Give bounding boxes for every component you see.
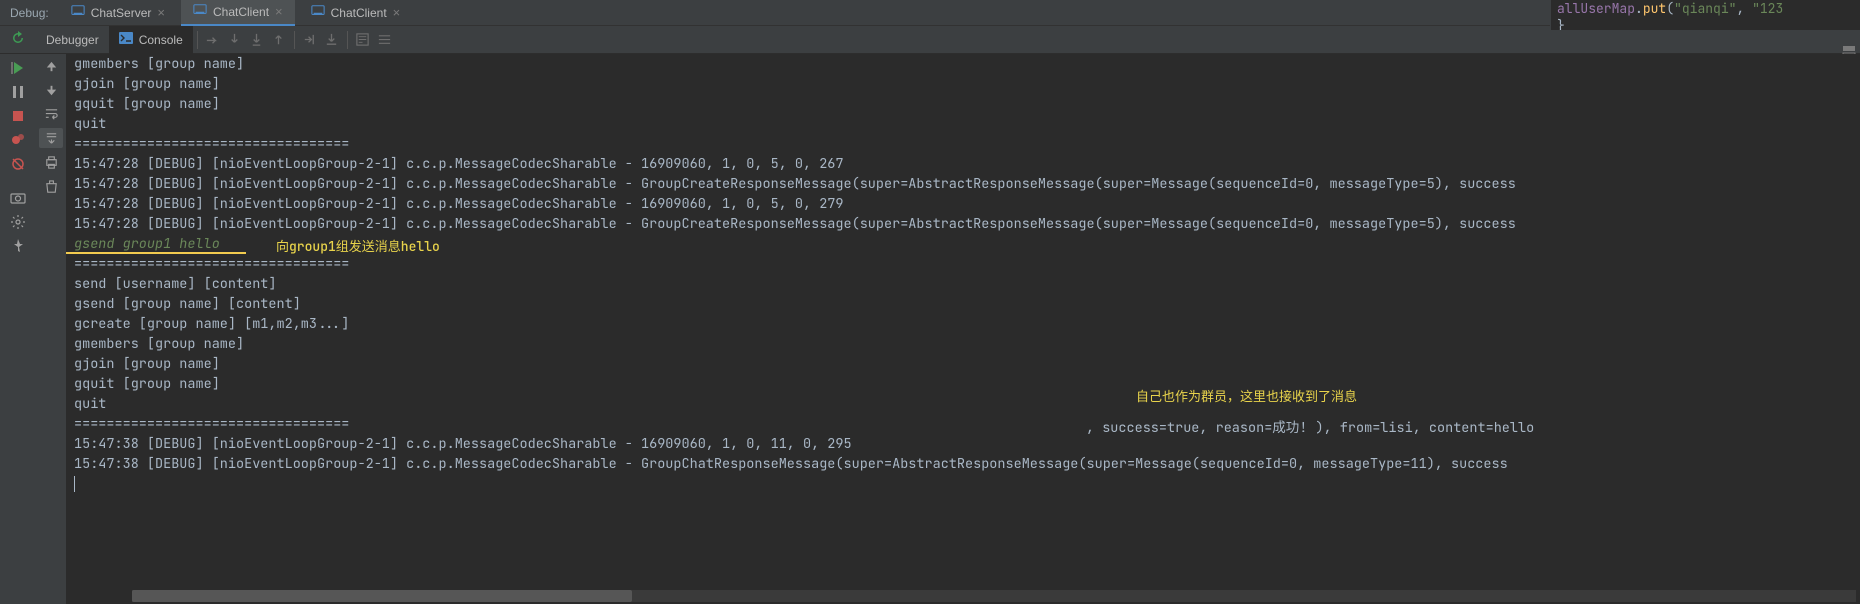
run-config-icon — [311, 4, 325, 21]
tab-debugger[interactable]: Debugger — [36, 26, 109, 54]
run-tab-label: ChatClient — [213, 5, 269, 19]
separator — [347, 31, 348, 49]
scrollbar-thumb[interactable] — [132, 590, 632, 602]
console-line: ================================== — [74, 254, 1852, 274]
debug-label: Debug: — [10, 6, 49, 20]
console-line: gquit [group name] — [74, 374, 1852, 394]
rerun-icon[interactable] — [10, 30, 26, 49]
code-identifier: allUserMap — [1557, 0, 1635, 17]
code-peek-panel: allUserMap.put("qianqi", "123 } — [1550, 0, 1860, 30]
run-tab-label: ChatClient — [331, 6, 387, 20]
drop-frame-icon[interactable] — [299, 29, 321, 51]
pause-icon[interactable] — [4, 82, 32, 102]
up-arrow-icon[interactable] — [39, 56, 63, 76]
code-string: "123 — [1752, 0, 1783, 17]
mute-breakpoints-icon[interactable] — [4, 154, 32, 174]
settings-icon[interactable] — [4, 212, 32, 232]
step-into-icon[interactable] — [224, 29, 246, 51]
subtab-label: Debugger — [46, 33, 99, 47]
run-tab-label: ChatServer — [91, 6, 152, 20]
code-method: put — [1643, 0, 1666, 17]
console-line: 15:47:38 [DEBUG] [nioEventLoopGroup-2-1]… — [74, 454, 1852, 474]
text-cursor — [74, 476, 75, 492]
horizontal-scrollbar[interactable] — [132, 590, 1856, 602]
console-line: gcreate [group name] [m1,m2,m3...] — [74, 314, 1852, 334]
close-icon[interactable]: × — [393, 5, 401, 20]
tab-console[interactable]: Console — [109, 26, 193, 54]
separator — [294, 31, 295, 49]
console-line: gsend [group name] [content] — [74, 294, 1852, 314]
console-line: 15:47:28 [DEBUG] [nioEventLoopGroup-2-1]… — [74, 194, 1852, 214]
close-icon[interactable]: × — [157, 5, 165, 20]
close-icon[interactable]: × — [275, 4, 283, 19]
annotation-note-2: 自己也作为群员，这里也接收到了消息 — [1136, 387, 1357, 407]
debug-action-sidebar — [0, 54, 36, 604]
console-line: 15:47:28 [DEBUG] [nioEventLoopGroup-2-1]… — [74, 214, 1852, 234]
console-line: gjoin [group name] — [74, 354, 1852, 374]
console-line: gquit [group name] — [74, 94, 1852, 114]
console-line: 15:47:28 [DEBUG] [nioEventLoopGroup-2-1]… — [74, 154, 1852, 174]
step-out-icon[interactable] — [268, 29, 290, 51]
console-line: gmembers [group name] — [74, 334, 1852, 354]
print-icon[interactable] — [39, 152, 63, 172]
console-line: gjoin [group name] — [74, 74, 1852, 94]
console-line: 15:47:28 [DEBUG] [nioEventLoopGroup-2-1]… — [74, 174, 1852, 194]
clear-icon[interactable] — [39, 176, 63, 196]
console-line: quit — [74, 114, 1852, 134]
run-to-cursor-icon[interactable] — [321, 29, 343, 51]
separator — [197, 31, 198, 49]
console-line: gmembers [group name] — [74, 54, 1852, 74]
scroll-to-end-icon[interactable] — [39, 128, 63, 148]
soft-wrap-icon[interactable] — [39, 104, 63, 124]
annotation-underline — [66, 252, 246, 254]
run-tab-chatclient-1[interactable]: ChatClient × — [181, 0, 295, 26]
console-line: ================================== — [74, 134, 1852, 154]
pin-icon[interactable] — [4, 236, 32, 256]
console-line: ================================== — [74, 414, 1852, 434]
console-line: 15:47:38 [DEBUG] [nioEventLoopGroup-2-1]… — [74, 434, 1852, 454]
down-arrow-icon[interactable] — [39, 80, 63, 100]
console-action-gutter — [36, 54, 66, 604]
camera-icon[interactable] — [4, 188, 32, 208]
run-config-icon — [71, 4, 85, 21]
console-floating-fragment: , success=true, reason=成功! ), from=lisi,… — [1086, 418, 1534, 438]
console-output[interactable]: gmembers [group name] gjoin [group name]… — [66, 54, 1860, 604]
run-config-icon — [193, 3, 207, 20]
debug-toolbar: Debugger Console — [0, 26, 1860, 54]
code-string: "qianqi" — [1674, 0, 1736, 17]
step-over-icon[interactable] — [202, 29, 224, 51]
view-breakpoints-icon[interactable] — [4, 130, 32, 150]
annotation-note-1: 向group1组发送消息hello — [276, 237, 440, 257]
console-line: quit — [74, 394, 1852, 414]
evaluate-icon[interactable] — [352, 29, 374, 51]
run-tab-chatclient-2[interactable]: ChatClient × — [299, 0, 413, 26]
subtab-label: Console — [139, 33, 183, 47]
trace-icon[interactable] — [374, 29, 396, 51]
resume-icon[interactable] — [4, 58, 32, 78]
console-icon — [119, 32, 133, 47]
run-tab-chatserver[interactable]: ChatServer × — [59, 0, 177, 26]
stop-icon[interactable] — [4, 106, 32, 126]
force-step-into-icon[interactable] — [246, 29, 268, 51]
console-line: send [username] [content] — [74, 274, 1852, 294]
